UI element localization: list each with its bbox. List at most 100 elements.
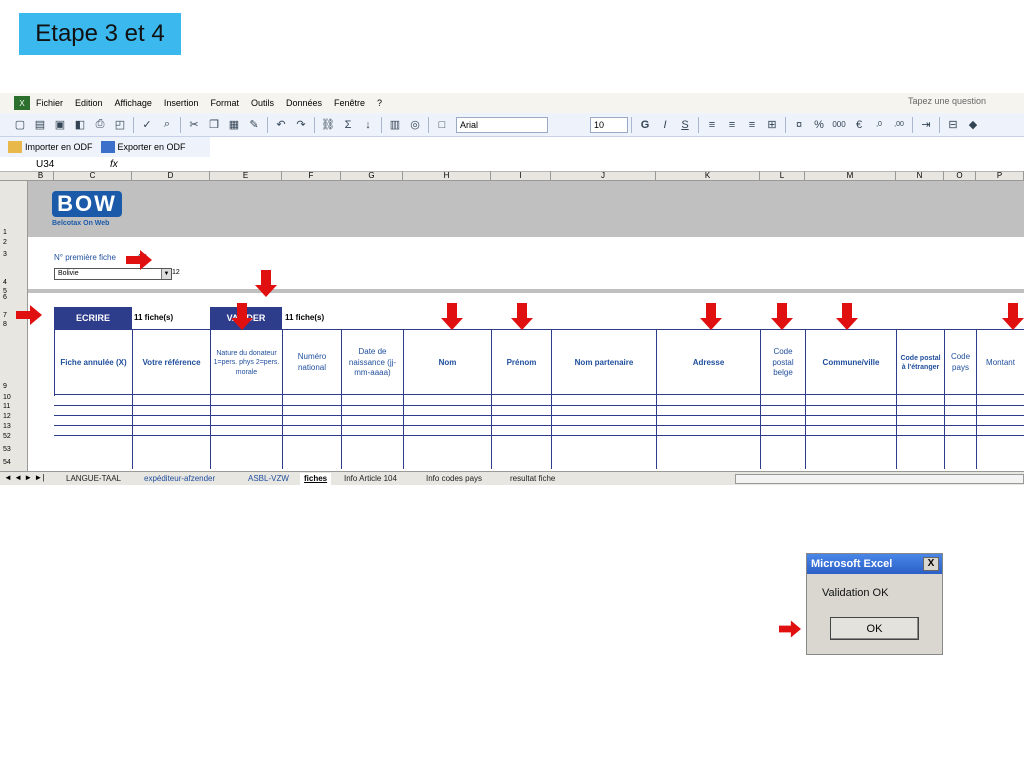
col-N[interactable]: N	[896, 171, 944, 180]
font-name-select[interactable]: Arial	[456, 116, 548, 133]
menu-fichier[interactable]: Fichier	[36, 98, 63, 108]
arrow-right-icon	[779, 620, 801, 638]
autosum-icon[interactable]: Σ	[340, 117, 356, 133]
col-D[interactable]: D	[132, 171, 210, 180]
tab-nav-buttons[interactable]: ◄ ◄ ► ►|	[4, 473, 44, 482]
menu-help[interactable]: ?	[377, 98, 382, 108]
increase-decimal-icon[interactable]: ,0	[871, 117, 887, 133]
save-icon[interactable]: ▣	[52, 117, 68, 133]
table-data-rows[interactable]	[54, 395, 1024, 469]
chevron-down-icon[interactable]: ▼	[161, 269, 171, 279]
row-6[interactable]: 6	[3, 294, 7, 301]
undo-icon[interactable]: ↶	[273, 117, 289, 133]
print-preview-icon[interactable]: ◰	[112, 117, 128, 133]
row-4[interactable]: 4	[3, 279, 7, 286]
col-P[interactable]: P	[976, 171, 1024, 180]
horizontal-scrollbar[interactable]	[735, 474, 1024, 484]
tab-fiches[interactable]: fiches	[300, 473, 332, 485]
decrease-decimal-icon[interactable]: ,00	[891, 117, 907, 133]
ok-button[interactable]: OK	[830, 617, 919, 640]
write-button[interactable]: ECRIRE	[54, 307, 132, 329]
menu-outils[interactable]: Outils	[251, 98, 274, 108]
row-3[interactable]: 3	[3, 251, 7, 258]
copy-icon[interactable]: ❐	[206, 117, 222, 133]
col-E[interactable]: E	[210, 171, 282, 180]
col-K[interactable]: K	[656, 171, 760, 180]
col-I[interactable]: I	[491, 171, 551, 180]
menu-fenetre[interactable]: Fenêtre	[334, 98, 365, 108]
help-icon[interactable]: ◎	[407, 117, 423, 133]
thousands-icon[interactable]: 000	[831, 117, 847, 133]
row-11[interactable]: 11	[3, 403, 10, 410]
paste-icon[interactable]: ▦	[226, 117, 242, 133]
col-G[interactable]: G	[341, 171, 403, 180]
format-painter-icon[interactable]: ✎	[246, 117, 262, 133]
col-M[interactable]: M	[805, 171, 896, 180]
tab-asbl-vzw[interactable]: ASBL-VZW	[244, 473, 293, 485]
redo-icon[interactable]: ↷	[293, 117, 309, 133]
tab-info-codes-pays[interactable]: Info codes pays	[422, 473, 486, 485]
euro-icon[interactable]: €	[851, 117, 867, 133]
row-2[interactable]: 2	[3, 239, 7, 246]
tab-info-article-104[interactable]: Info Article 104	[340, 473, 401, 485]
cut-icon[interactable]: ✂	[186, 117, 202, 133]
sort-icon[interactable]: ↓	[360, 117, 376, 133]
percent-icon[interactable]: %	[811, 117, 827, 133]
indent-icon[interactable]: ⇥	[918, 117, 934, 133]
close-icon[interactable]: X	[923, 557, 939, 571]
chart-icon[interactable]: ▥	[387, 117, 403, 133]
menu-affichage[interactable]: Affichage	[115, 98, 152, 108]
tab-resultat-fiche[interactable]: resultat fiche	[506, 473, 559, 485]
col-F[interactable]: F	[282, 171, 341, 180]
col-H[interactable]: H	[403, 171, 491, 180]
align-center-icon[interactable]: ≡	[724, 117, 740, 133]
odf-toolbar: Importer en ODF Exporter en ODF	[0, 137, 210, 157]
merge-center-icon[interactable]: ⊞	[764, 117, 780, 133]
country-select[interactable]: Bolivie ▼	[54, 268, 172, 280]
col-C[interactable]: C	[54, 171, 132, 180]
fill-color-icon[interactable]: ◆	[965, 117, 981, 133]
row-8[interactable]: 8	[3, 321, 7, 328]
borders-icon[interactable]: ⊟	[945, 117, 961, 133]
align-left-icon[interactable]: ≡	[704, 117, 720, 133]
col-B[interactable]: B	[28, 171, 54, 180]
menu-edition[interactable]: Edition	[75, 98, 103, 108]
bold-icon[interactable]: G	[637, 117, 653, 133]
excel-app-icon[interactable]: X	[14, 96, 30, 110]
col-L[interactable]: L	[760, 171, 805, 180]
menu-insertion[interactable]: Insertion	[164, 98, 199, 108]
row-7[interactable]: 7	[3, 312, 7, 319]
spelling-icon[interactable]: ✓	[139, 117, 155, 133]
question-input[interactable]: Tapez une question	[908, 96, 1016, 110]
align-right-icon[interactable]: ≡	[744, 117, 760, 133]
row-13[interactable]: 13	[3, 423, 11, 430]
research-icon[interactable]: ⌕	[159, 117, 175, 133]
new-file-icon[interactable]: ▢	[12, 117, 28, 133]
row-52[interactable]: 52	[3, 433, 11, 440]
col-J[interactable]: J	[551, 171, 656, 180]
row-12[interactable]: 12	[3, 413, 11, 420]
tab-langue-taal[interactable]: LANGUE-TAAL	[62, 473, 125, 485]
underline-icon[interactable]: S	[677, 117, 693, 133]
row-10[interactable]: 10	[3, 394, 11, 401]
row-9[interactable]: 9	[3, 383, 7, 390]
menu-donnees[interactable]: Données	[286, 98, 322, 108]
row-53[interactable]: 53	[3, 446, 11, 453]
fx-icon[interactable]: fx	[110, 159, 118, 170]
permission-icon[interactable]: ◧	[72, 117, 88, 133]
border-icon[interactable]: □	[434, 117, 450, 133]
export-odf-button[interactable]: Exporter en ODF	[118, 142, 186, 152]
name-box[interactable]: U34	[0, 159, 110, 170]
font-size-select[interactable]: 10	[590, 116, 628, 133]
row-54[interactable]: 54	[3, 459, 11, 466]
hyperlink-icon[interactable]: ⛓	[320, 117, 336, 133]
open-folder-icon[interactable]: ▤	[32, 117, 48, 133]
menu-format[interactable]: Format	[210, 98, 239, 108]
tab-expediteur[interactable]: expéditeur-afzender	[140, 473, 219, 485]
print-icon[interactable]: ⎙	[92, 117, 108, 133]
col-O[interactable]: O	[944, 171, 976, 180]
italic-icon[interactable]: I	[657, 117, 673, 133]
currency-format-icon[interactable]: ¤	[791, 117, 807, 133]
row-1[interactable]: 1	[3, 229, 7, 236]
import-odf-button[interactable]: Importer en ODF	[25, 142, 93, 152]
